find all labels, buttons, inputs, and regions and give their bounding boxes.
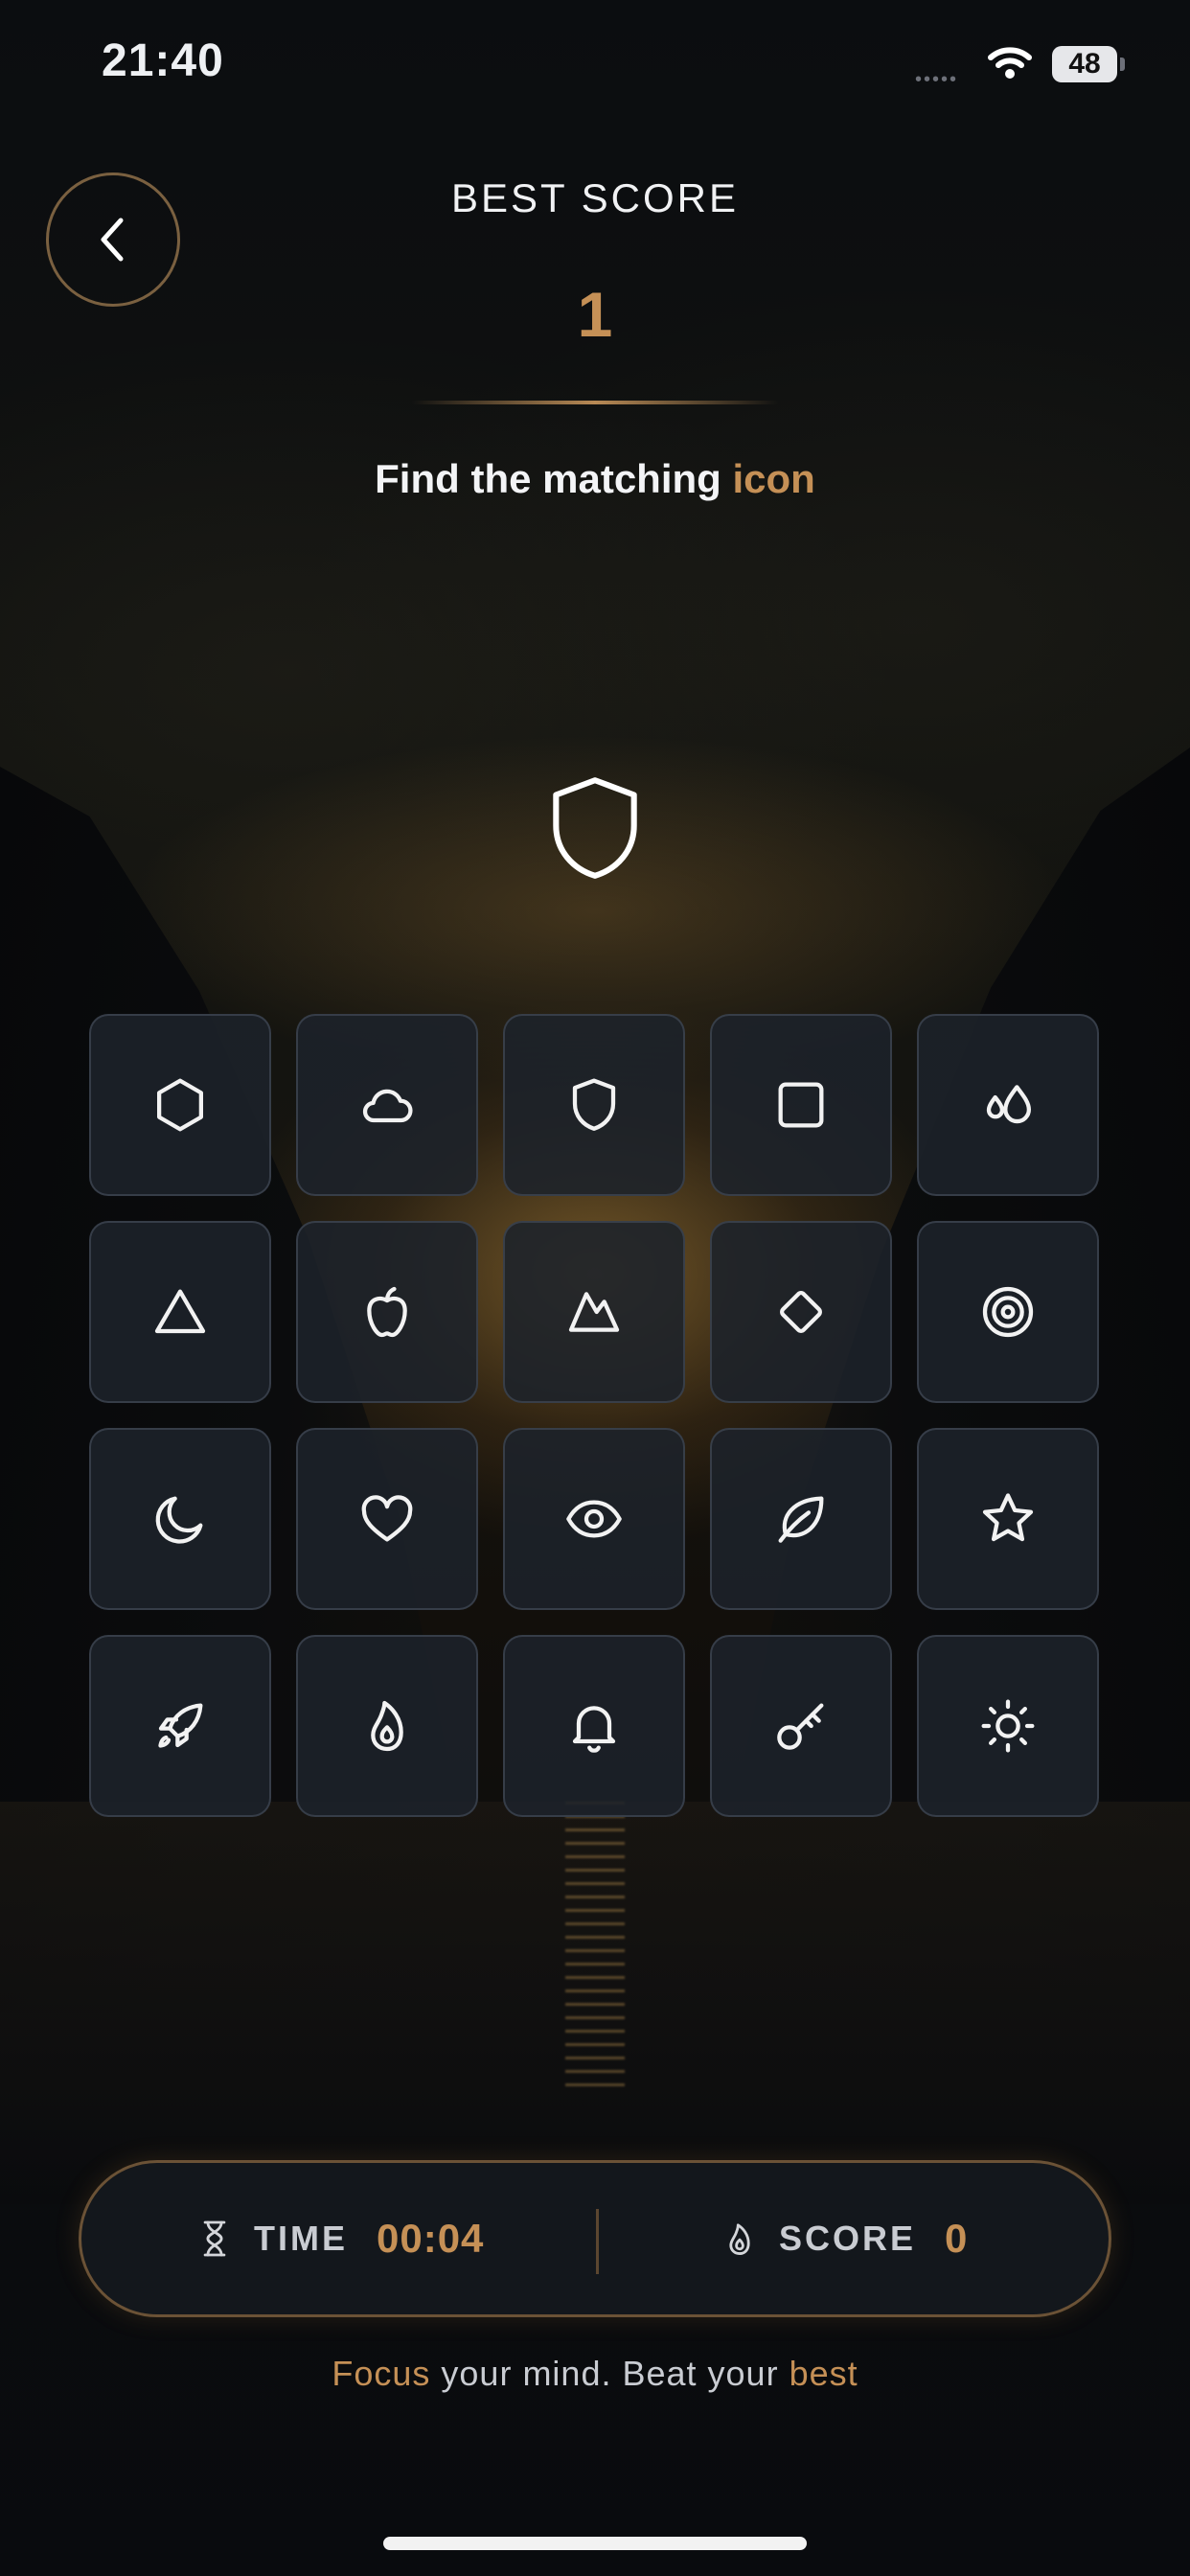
diamond-icon bbox=[780, 1291, 822, 1333]
leaf-icon bbox=[778, 1496, 824, 1543]
tagline: Focus your mind. Beat your best bbox=[0, 2354, 1190, 2394]
tile-triangle[interactable] bbox=[89, 1221, 271, 1403]
target-icon bbox=[982, 1286, 1034, 1338]
icon-grid bbox=[89, 1014, 1101, 1817]
tagline-best: best bbox=[789, 2354, 858, 2393]
tile-leaf[interactable] bbox=[710, 1428, 892, 1610]
signal-dots-icon: ••••• bbox=[915, 69, 959, 90]
score-section: SCORE 0 bbox=[723, 2163, 968, 2314]
cloud-icon bbox=[362, 1089, 413, 1123]
best-score-value: 1 bbox=[577, 279, 613, 350]
instruction-text: Find the matching icon bbox=[0, 456, 1190, 502]
time-value: 00:04 bbox=[377, 2216, 485, 2261]
time-label: TIME bbox=[254, 2219, 348, 2258]
heart-icon bbox=[361, 1495, 413, 1542]
header-divider bbox=[412, 401, 778, 404]
triangle-icon bbox=[154, 1289, 206, 1334]
tile-flame[interactable] bbox=[296, 1635, 478, 1817]
tile-bell[interactable] bbox=[503, 1635, 685, 1817]
score-label: SCORE bbox=[779, 2219, 917, 2258]
eye-icon bbox=[566, 1500, 622, 1538]
tile-star[interactable] bbox=[917, 1428, 1099, 1610]
tile-mountain[interactable] bbox=[503, 1221, 685, 1403]
tile-square[interactable] bbox=[710, 1014, 892, 1196]
tile-apple[interactable] bbox=[296, 1221, 478, 1403]
wifi-icon bbox=[987, 44, 1033, 85]
flame-icon bbox=[729, 2223, 750, 2255]
instruction-accent: icon bbox=[732, 456, 815, 501]
droplets-icon bbox=[986, 1085, 1031, 1124]
instruction-prefix: Find the matching bbox=[375, 456, 721, 501]
tile-moon[interactable] bbox=[89, 1428, 271, 1610]
score-value: 0 bbox=[945, 2216, 969, 2261]
square-icon bbox=[778, 1082, 824, 1128]
tile-target[interactable] bbox=[917, 1221, 1099, 1403]
rocket-icon bbox=[158, 1703, 203, 1748]
tile-heart[interactable] bbox=[296, 1428, 478, 1610]
mountain-icon bbox=[568, 1292, 620, 1332]
tagline-focus: Focus bbox=[332, 2354, 431, 2393]
hud-divider bbox=[596, 2209, 599, 2274]
timer-section: TIME 00:04 bbox=[198, 2163, 484, 2314]
sun-icon bbox=[981, 1699, 1035, 1753]
status-bar: 21:40 ••••• 48 bbox=[0, 0, 1190, 134]
tile-shield[interactable] bbox=[503, 1014, 685, 1196]
status-time: 21:40 bbox=[102, 35, 224, 86]
tile-hexagon[interactable] bbox=[89, 1014, 271, 1196]
tile-eye[interactable] bbox=[503, 1428, 685, 1610]
target-shield-icon bbox=[537, 767, 653, 889]
hourglass-icon bbox=[203, 2220, 226, 2257]
tile-key[interactable] bbox=[710, 1635, 892, 1817]
tagline-middle: your mind. Beat your bbox=[430, 2354, 790, 2393]
battery-icon: 48 bbox=[1052, 46, 1117, 82]
bell-icon bbox=[572, 1706, 616, 1753]
game-hud: TIME 00:04 SCORE 0 bbox=[79, 2160, 1111, 2317]
key-icon bbox=[777, 1703, 824, 1750]
battery-tip bbox=[1120, 58, 1125, 71]
best-score-label: BEST SCORE bbox=[451, 175, 739, 220]
tile-cloud[interactable] bbox=[296, 1014, 478, 1196]
tile-rocket[interactable] bbox=[89, 1635, 271, 1817]
light-reflection bbox=[565, 1802, 625, 2089]
home-indicator[interactable] bbox=[383, 2537, 807, 2550]
hexagon-icon bbox=[157, 1078, 203, 1132]
tile-droplets[interactable] bbox=[917, 1014, 1099, 1196]
tile-diamond[interactable] bbox=[710, 1221, 892, 1403]
apple-icon bbox=[367, 1286, 407, 1338]
tile-sun[interactable] bbox=[917, 1635, 1099, 1817]
star-icon bbox=[982, 1493, 1034, 1542]
moon-icon bbox=[155, 1496, 203, 1544]
flame-icon bbox=[371, 1700, 403, 1752]
shield-icon bbox=[572, 1078, 616, 1131]
